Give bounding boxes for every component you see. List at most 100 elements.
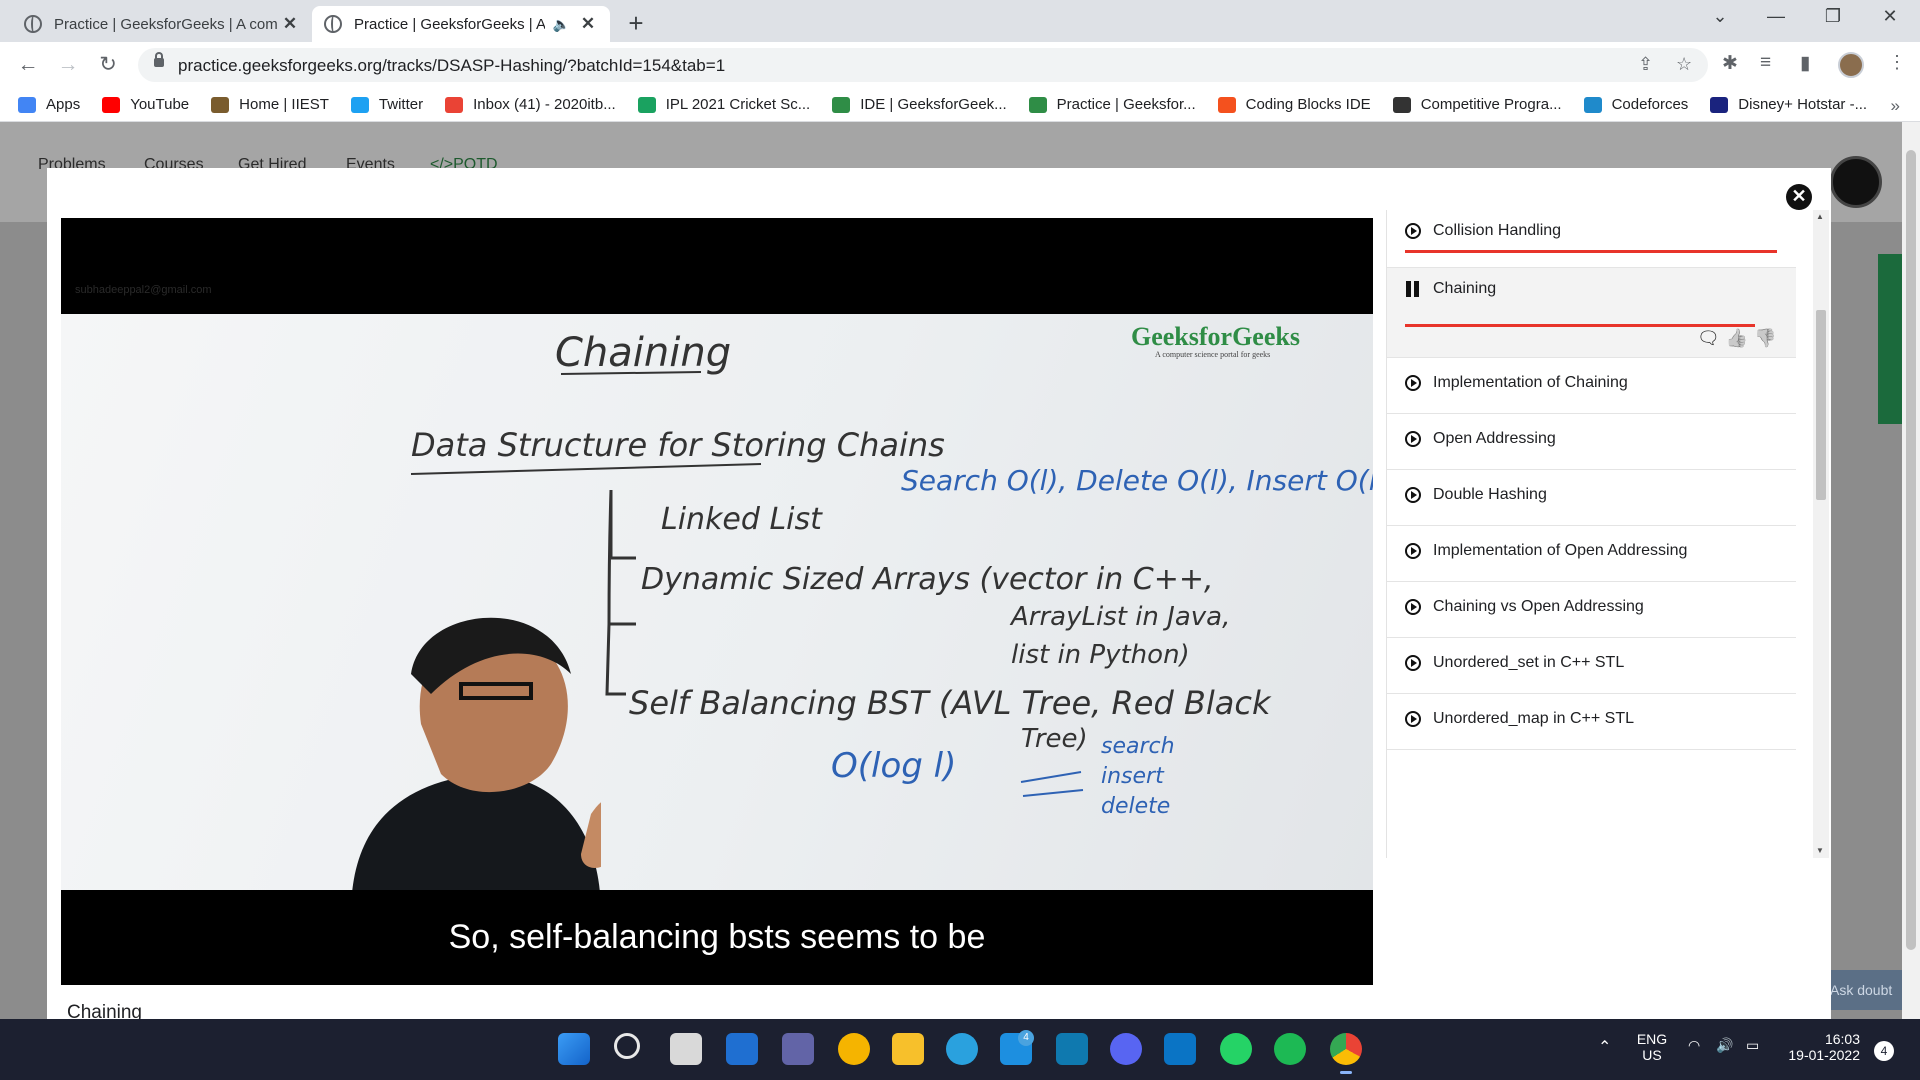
play-icon[interactable] — [1405, 599, 1421, 615]
bookmark-item[interactable]: Home | IIEST — [211, 96, 329, 113]
notification-badge[interactable]: 4 — [1874, 1041, 1894, 1061]
back-button[interactable]: ← — [14, 52, 42, 80]
bookmark-item[interactable]: Twitter — [350, 96, 424, 113]
scrollbar-thumb[interactable] — [1816, 310, 1826, 500]
volume-icon[interactable]: 🔊 — [1716, 1037, 1733, 1054]
bookmark-label: Codeforces — [1611, 96, 1689, 113]
tray-chevron-icon[interactable]: ⌃ — [1598, 1037, 1611, 1057]
playlist-item[interactable]: Double Hashing — [1387, 470, 1796, 526]
playlist-item[interactable]: Implementation of Open Addressing — [1387, 526, 1796, 582]
minimize-button[interactable]: — — [1756, 6, 1796, 27]
file-explorer-icon[interactable] — [892, 1033, 924, 1065]
search-icon[interactable] — [614, 1033, 640, 1059]
play-icon[interactable] — [1405, 431, 1421, 447]
scroll-up-icon[interactable]: ▲ — [1816, 212, 1824, 221]
scroll-down-icon[interactable]: ▼ — [1816, 846, 1824, 855]
playlist-item[interactable]: Unordered_map in C++ STL — [1387, 694, 1796, 750]
play-icon[interactable] — [1405, 375, 1421, 391]
maximize-button[interactable]: ❐ — [1813, 6, 1853, 27]
video-title: Chaining — [67, 1002, 142, 1019]
clock[interactable]: 16:03 19-01-2022 — [1780, 1031, 1860, 1063]
forward-button[interactable]: → — [54, 52, 82, 80]
bookmark-item[interactable]: Apps — [18, 96, 80, 113]
bookmark-label: Competitive Progra... — [1420, 96, 1562, 113]
bookmark-label: Twitter — [378, 96, 424, 113]
address-bar[interactable]: practice.geeksforgeeks.org/tracks/DSASP-… — [138, 48, 1708, 82]
bookmark-item[interactable]: IDE | GeeksforGeek... — [832, 96, 1007, 113]
task-view-icon[interactable] — [670, 1033, 702, 1065]
playlist-row: Implementation of Open Addressing — [1405, 542, 1687, 560]
discord-icon[interactable] — [1110, 1033, 1142, 1065]
bookmarks-bar: Apps YouTube Home | IIEST Twitter Inbox (41)… — [0, 88, 1920, 122]
play-icon[interactable] — [1405, 487, 1421, 503]
bookmark-item[interactable]: Disney+ Hotstar -... — [1710, 96, 1867, 113]
playlist-item[interactable]: Open Addressing — [1387, 414, 1796, 470]
close-modal-button[interactable]: ✕ — [1786, 184, 1812, 210]
tab-search-icon[interactable]: ⌄ — [1700, 6, 1740, 27]
thumbs-up-icon[interactable]: 👍 — [1726, 328, 1748, 349]
play-icon[interactable] — [1405, 543, 1421, 559]
menu-icon[interactable]: ⋮ — [1888, 52, 1906, 73]
bookmark-item[interactable]: Codeforces — [1583, 96, 1689, 113]
teams-chat-icon[interactable] — [782, 1033, 814, 1065]
feedback-icons: 🗨 👍 👎 — [1697, 328, 1777, 349]
bookmark-item[interactable]: IPL 2021 Cricket Sc... — [637, 96, 810, 113]
browser-tab-1[interactable]: Practice | GeeksforGeeks | A com ✕ — [12, 6, 312, 42]
playlist-item[interactable]: Collision Handling — [1387, 210, 1796, 268]
bookmark-item[interactable]: Competitive Progra... — [1392, 96, 1562, 113]
bookmark-item[interactable]: YouTube — [102, 96, 189, 113]
playlist-scrollbar[interactable]: ▲ ▼ — [1813, 210, 1829, 858]
side-panel-icon[interactable]: ▮ — [1800, 52, 1810, 75]
vscode-icon[interactable] — [1164, 1033, 1196, 1065]
start-icon[interactable] — [558, 1033, 590, 1065]
wifi-icon[interactable]: ◠ — [1688, 1037, 1700, 1054]
reload-button[interactable]: ↻ — [94, 52, 122, 80]
live-batches-tab[interactable] — [1878, 254, 1902, 424]
media-control-icon[interactable]: ≡ — [1760, 52, 1771, 74]
browser-tab-2-active[interactable]: Practice | GeeksforGeeks | A c 🔈 ✕ — [312, 6, 610, 42]
playlist-item[interactable]: Implementation of Chaining — [1387, 358, 1796, 414]
whatsapp-icon[interactable] — [1220, 1033, 1252, 1065]
close-tab-icon[interactable]: ✕ — [280, 14, 300, 34]
url-text[interactable]: practice.geeksforgeeks.org/tracks/DSASP-… — [178, 56, 725, 76]
bookmark-item[interactable]: Coding Blocks IDE — [1217, 96, 1371, 113]
pause-icon[interactable] — [1405, 281, 1421, 297]
tab-title: Practice | GeeksforGeeks | A com — [54, 15, 278, 33]
speaker-icon[interactable]: 🔈 — [553, 16, 570, 33]
comment-icon[interactable]: 🗨 — [1697, 328, 1720, 349]
bookmark-label: YouTube — [130, 96, 190, 113]
close-tab-icon[interactable]: ✕ — [578, 14, 598, 34]
close-window-button[interactable]: ✕ — [1870, 6, 1910, 27]
page-scrollbar[interactable] — [1902, 122, 1920, 1019]
bookmark-star-icon[interactable]: ☆ — [1676, 54, 1692, 75]
prime-video-icon[interactable] — [1056, 1033, 1088, 1065]
weather-icon[interactable] — [838, 1033, 870, 1065]
extensions-icon[interactable]: ✱ — [1722, 52, 1738, 75]
play-icon[interactable] — [1405, 655, 1421, 671]
bookmark-item[interactable]: Inbox (41) - 2020itb... — [445, 96, 616, 113]
playlist-item[interactable]: Chaining vs Open Addressing — [1387, 582, 1796, 638]
video-player[interactable]: subhadeeppal2@gmail.com GeeksforGeeks A … — [61, 218, 1373, 985]
play-icon[interactable] — [1405, 711, 1421, 727]
widgets-icon[interactable] — [726, 1033, 758, 1065]
play-icon[interactable] — [1405, 223, 1421, 239]
spotify-icon[interactable] — [1274, 1033, 1306, 1065]
language-indicator[interactable]: ENG US — [1634, 1031, 1670, 1063]
bookmark-favicon-icon — [102, 96, 121, 113]
bookmark-item[interactable]: Practice | Geeksfor... — [1028, 96, 1196, 113]
share-icon[interactable]: ⇪ — [1638, 54, 1653, 75]
lock-icon[interactable] — [154, 52, 164, 67]
user-avatar[interactable] — [1830, 156, 1882, 208]
playlist-item[interactable]: Chaining 🗨 👍 👎 — [1387, 268, 1796, 358]
new-tab-button[interactable]: + — [620, 8, 652, 40]
playlist-item-label: Implementation of Chaining — [1433, 374, 1628, 391]
ask-doubt-button[interactable]: Ask doubt — [1820, 970, 1902, 1010]
thumbs-down-icon[interactable]: 👎 — [1754, 328, 1776, 349]
telegram-icon[interactable] — [946, 1033, 978, 1065]
profile-avatar[interactable] — [1838, 52, 1864, 78]
more-bookmarks-icon[interactable]: » — [1891, 96, 1900, 116]
scrollbar-thumb[interactable] — [1906, 150, 1916, 950]
chrome-icon[interactable] — [1330, 1033, 1362, 1074]
playlist-item[interactable]: Unordered_set in C++ STL — [1387, 638, 1796, 694]
battery-icon[interactable]: ▭ — [1746, 1037, 1759, 1054]
